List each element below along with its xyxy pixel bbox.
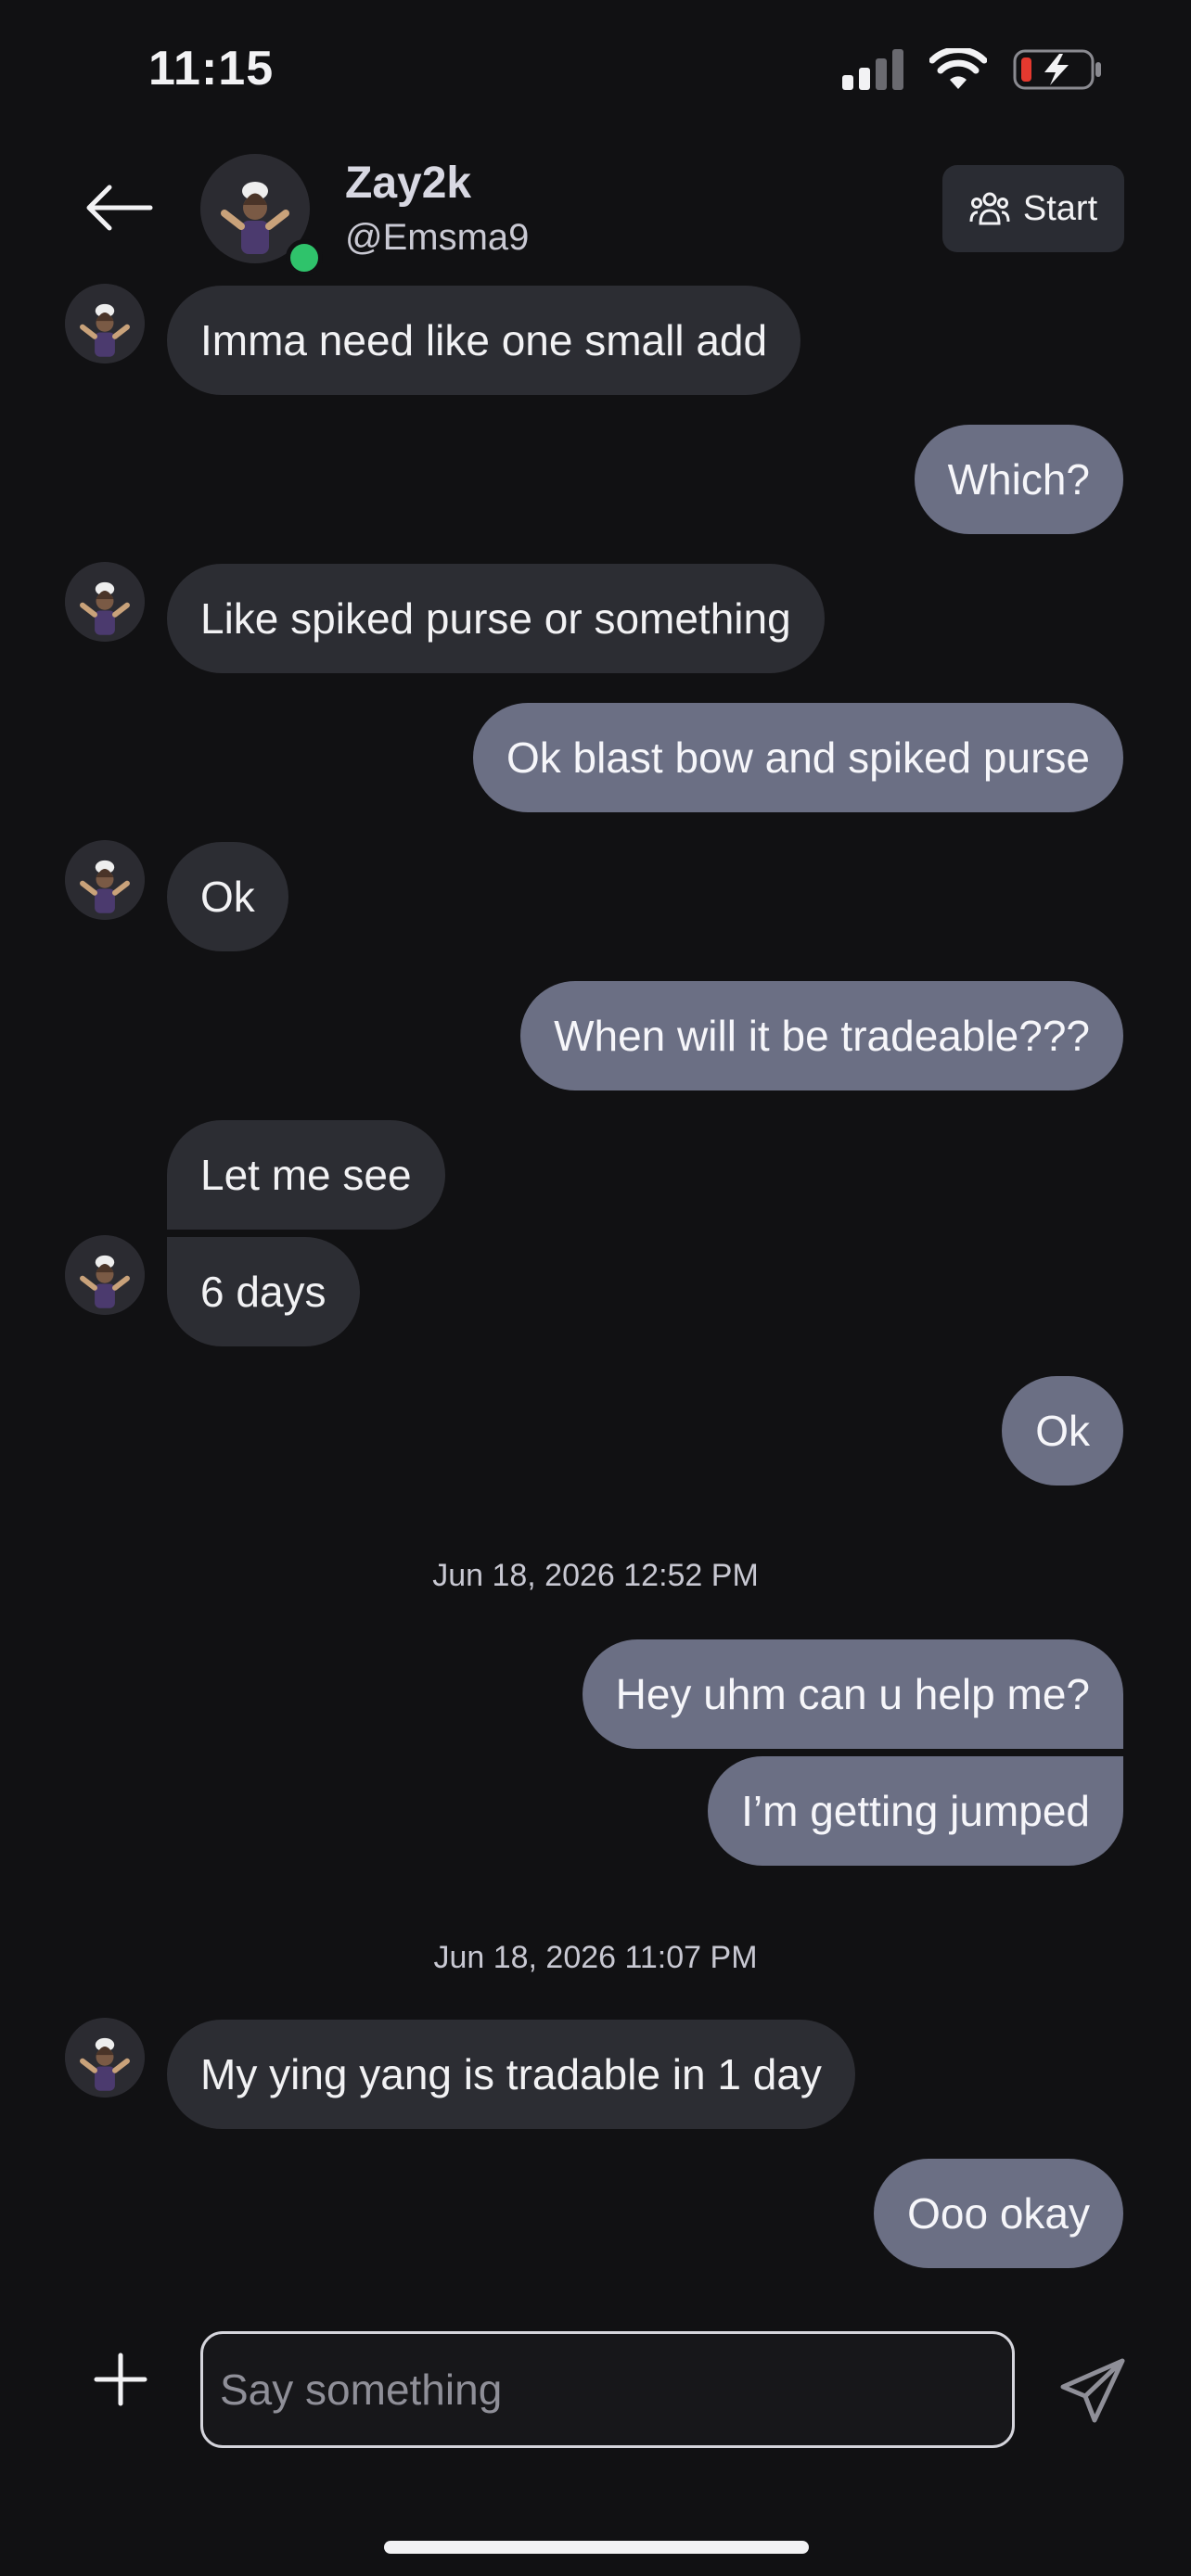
contact-handle: @Emsma9 (345, 217, 530, 258)
timestamp-divider: Jun 18, 2026 11:07 PM (433, 1940, 758, 1975)
message-outgoing[interactable]: Ok (1002, 1376, 1123, 1486)
message-incoming[interactable]: Imma need like one small add (167, 286, 801, 395)
timestamp-divider: Jun 18, 2026 12:52 PM (432, 1558, 759, 1593)
message-avatar[interactable] (65, 562, 145, 642)
avatar-character-icon (65, 1235, 145, 1315)
attach-button[interactable] (93, 2352, 148, 2407)
message-outgoing[interactable]: I’m getting jumped (708, 1756, 1123, 1866)
message-incoming[interactable]: Let me see (167, 1120, 445, 1230)
contact-name: Zay2k (345, 159, 472, 208)
message-avatar[interactable] (65, 1235, 145, 1315)
home-indicator (384, 2541, 809, 2554)
send-button[interactable] (1057, 2355, 1128, 2426)
message-incoming[interactable]: My ying yang is tradable in 1 day (167, 2020, 855, 2129)
status-time: 11:15 (148, 42, 275, 96)
message-outgoing[interactable]: Hey uhm can u help me? (582, 1639, 1123, 1749)
status-icons (842, 48, 1102, 91)
avatar-character-icon (65, 284, 145, 363)
wifi-icon (929, 48, 987, 89)
send-icon (1060, 2358, 1125, 2423)
message-outgoing[interactable]: Ooo okay (874, 2159, 1123, 2268)
message-outgoing[interactable]: When will it be tradeable??? (520, 981, 1123, 1090)
message-outgoing[interactable]: Which? (914, 425, 1123, 534)
plus-icon (94, 2353, 147, 2406)
message-incoming[interactable]: Like spiked purse or something (167, 564, 825, 673)
message-avatar[interactable] (65, 840, 145, 920)
online-status-indicator (286, 239, 323, 276)
start-button-label: Start (1022, 188, 1098, 228)
cellular-signal-icon (842, 49, 903, 90)
message-avatar[interactable] (65, 2018, 145, 2098)
message-input[interactable] (200, 2331, 1015, 2448)
message-incoming[interactable]: Ok (167, 842, 288, 951)
people-icon (969, 192, 1010, 225)
start-party-button[interactable]: Start (942, 165, 1124, 252)
avatar-character-icon (65, 562, 145, 642)
avatar-character-icon (65, 840, 145, 920)
back-arrow-icon (86, 185, 153, 231)
message-outgoing[interactable]: Ok blast bow and spiked purse (472, 703, 1123, 812)
message-avatar[interactable] (65, 284, 145, 363)
back-button[interactable] (82, 180, 156, 236)
battery-charging-icon (1013, 49, 1101, 90)
message-incoming[interactable]: 6 days (167, 1237, 360, 1346)
avatar-character-icon (65, 2018, 145, 2098)
